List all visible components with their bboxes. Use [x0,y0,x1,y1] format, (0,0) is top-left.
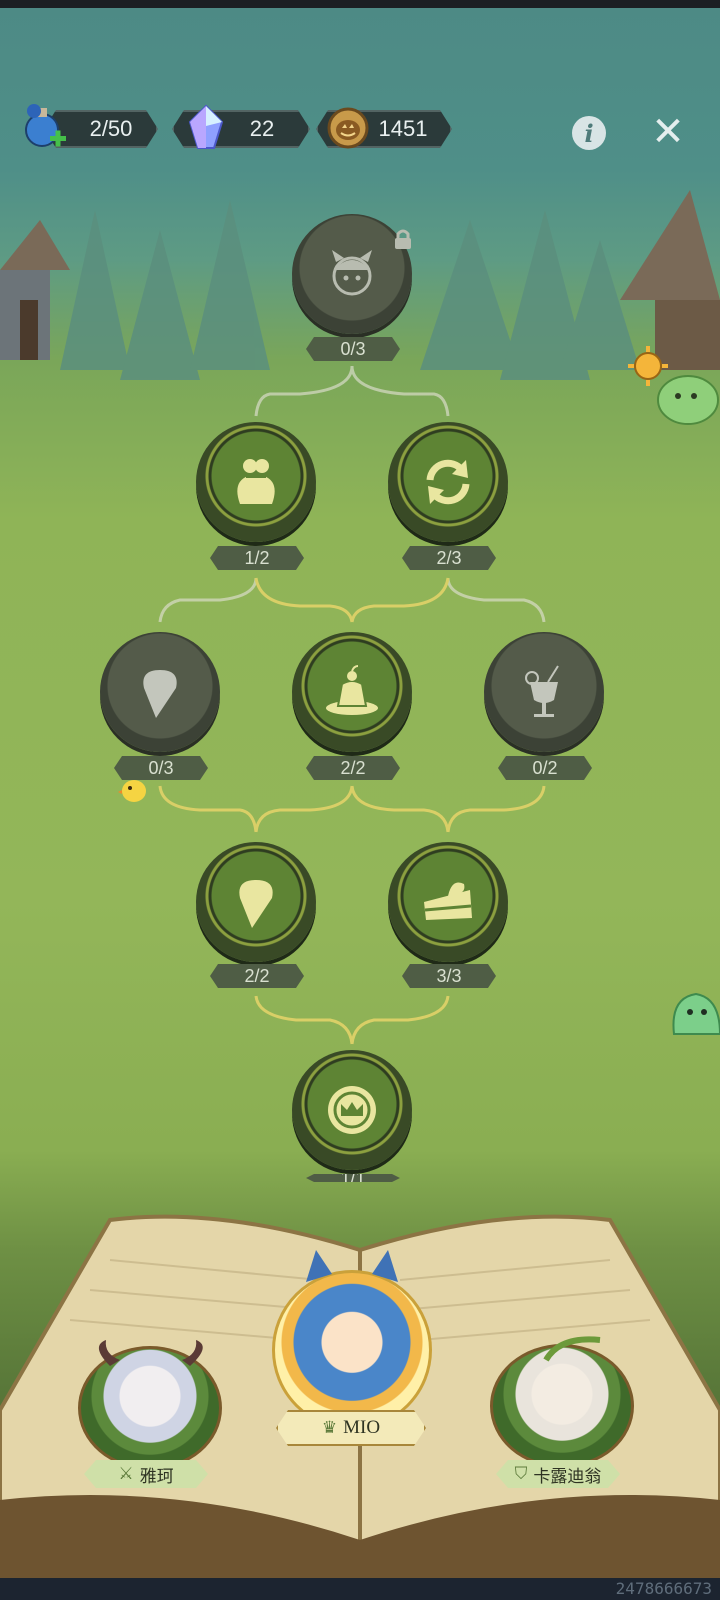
crown-badge-icon [328,1086,376,1134]
coin-bag-icon [237,459,275,504]
horns-icon [98,1340,203,1366]
crystal-value: 22 [249,116,275,141]
status-strip [0,0,720,8]
node-counter: 2/3 [402,546,496,570]
coin-value: 1451 [378,116,428,141]
crystal-icon [188,104,224,149]
bottom-strip [0,1578,720,1600]
laurel-wreath-icon [543,1336,601,1362]
ice-cream-icon [143,670,177,718]
character-name-center: MIO [343,1417,381,1438]
skill-node-drink-inactive[interactable] [484,632,604,752]
refresh-icon [426,459,470,505]
close-button[interactable]: ✕ [648,112,688,152]
lock-icon [395,229,411,249]
node-counter: 1/2 [210,546,304,570]
shield-icon: ⛉ [514,1464,528,1483]
node-counter: 0/3 [114,756,208,780]
node-counter: 3/3 [402,964,496,988]
node-counter: 2/2 [306,756,400,780]
skill-node-ice-cream[interactable] [196,842,316,962]
ice-cream-icon [239,880,273,928]
potion-plus-icon[interactable] [22,102,68,152]
crown-icon: ♛ [321,1418,338,1437]
game-screen: 2/50 22 1451 i ✕ 0/3 1/2 2/3 0/3 2/2 0/2… [0,0,720,1600]
cat-ears-icon [306,1250,398,1282]
node-counter: 0/2 [498,756,592,780]
character-name-tag-right: ⛉ 卡露迪翁 [496,1460,620,1488]
node-counter: 1/1 [306,1174,400,1182]
skill-node-ice-cream-inactive[interactable] [100,632,220,752]
node-counter: 2/2 [210,964,304,988]
cake-icon [424,882,472,920]
character-name-left: 雅珂 [139,1466,174,1486]
cocktail-icon [525,665,559,717]
skill-node-pudding[interactable] [292,632,412,752]
character-portrait-center[interactable] [272,1270,432,1430]
skill-node-refresh[interactable] [388,422,508,542]
footer-id: 2478666673 [615,1579,712,1598]
skill-node-cake[interactable] [388,842,508,962]
energy-value: 2/50 [89,116,133,141]
info-button[interactable]: i [572,116,606,150]
character-name-right: 卡露迪翁 [533,1466,602,1486]
skill-node-coin-bag[interactable] [196,422,316,542]
node-counter: 0/3 [306,337,400,361]
skill-node-crown[interactable] [292,1050,412,1170]
pumpkin-coin-icon [327,107,369,149]
sword-icon: ⚔ [118,1464,134,1483]
character-name-tag-center: ♛ MIO [276,1410,426,1446]
pudding-icon [326,665,378,715]
character-name-tag-left: ⚔ 雅珂 [84,1460,208,1488]
maid-portrait-icon [332,250,372,296]
